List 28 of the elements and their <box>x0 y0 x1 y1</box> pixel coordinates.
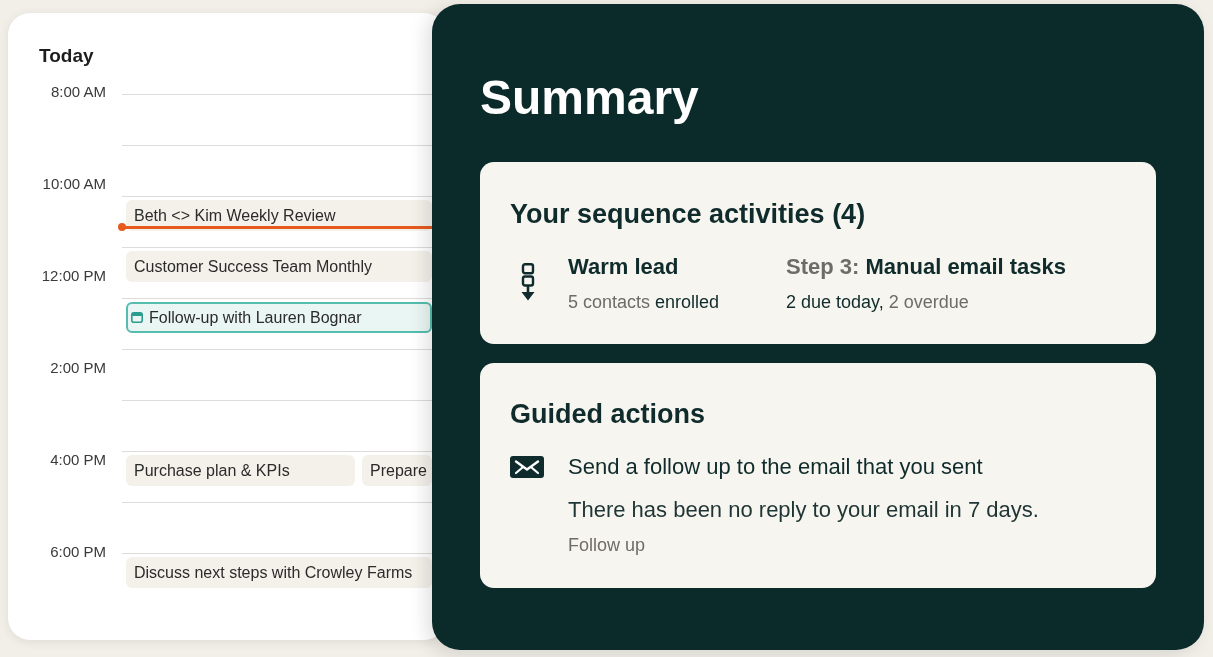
time-label: 2:00 PM <box>50 359 106 377</box>
contact-count: 5 contacts <box>568 292 651 312</box>
time-label: 6:00 PM <box>50 543 106 561</box>
calendar-event[interactable]: Purchase plan & KPIs <box>126 455 355 486</box>
enrollment-status: enrolled <box>655 292 720 312</box>
time-label: 4:00 PM <box>50 451 106 469</box>
follow-up-link[interactable]: Follow up <box>568 535 646 555</box>
summary-title: Summary <box>480 70 699 126</box>
calendar-event[interactable]: Follow-up with Lauren Bognar <box>126 302 432 333</box>
overdue-count: 2 overdue <box>888 292 969 312</box>
time-label: 12:00 PM <box>41 267 106 285</box>
step-name: Manual email tasks <box>865 254 1067 279</box>
time-label: 10:00 AM <box>42 175 106 193</box>
card-title: Guided actions <box>510 398 706 430</box>
mail-icon <box>510 456 544 478</box>
action-title: Send a follow up to the email that you sent <box>568 453 983 481</box>
due-count: 2 due today, <box>786 292 884 312</box>
time-label: 8:00 AM <box>50 83 106 101</box>
action-description: There has been no reply to your email in 7 days. <box>568 496 1039 524</box>
calendar-event[interactable]: Prepare <box>362 455 432 486</box>
calendar-icon <box>131 312 143 323</box>
sequence-name: Warm lead <box>568 253 679 281</box>
sequence-icon <box>520 263 536 301</box>
card-title: Your sequence activities (4) <box>510 198 866 230</box>
calendar-event[interactable]: Discuss next steps with Crowley Farms <box>126 557 432 588</box>
step-number: Step 3: <box>786 254 860 279</box>
calendar-title: Today <box>39 44 94 68</box>
calendar-event[interactable]: Customer Success Team Monthly <box>126 251 432 282</box>
